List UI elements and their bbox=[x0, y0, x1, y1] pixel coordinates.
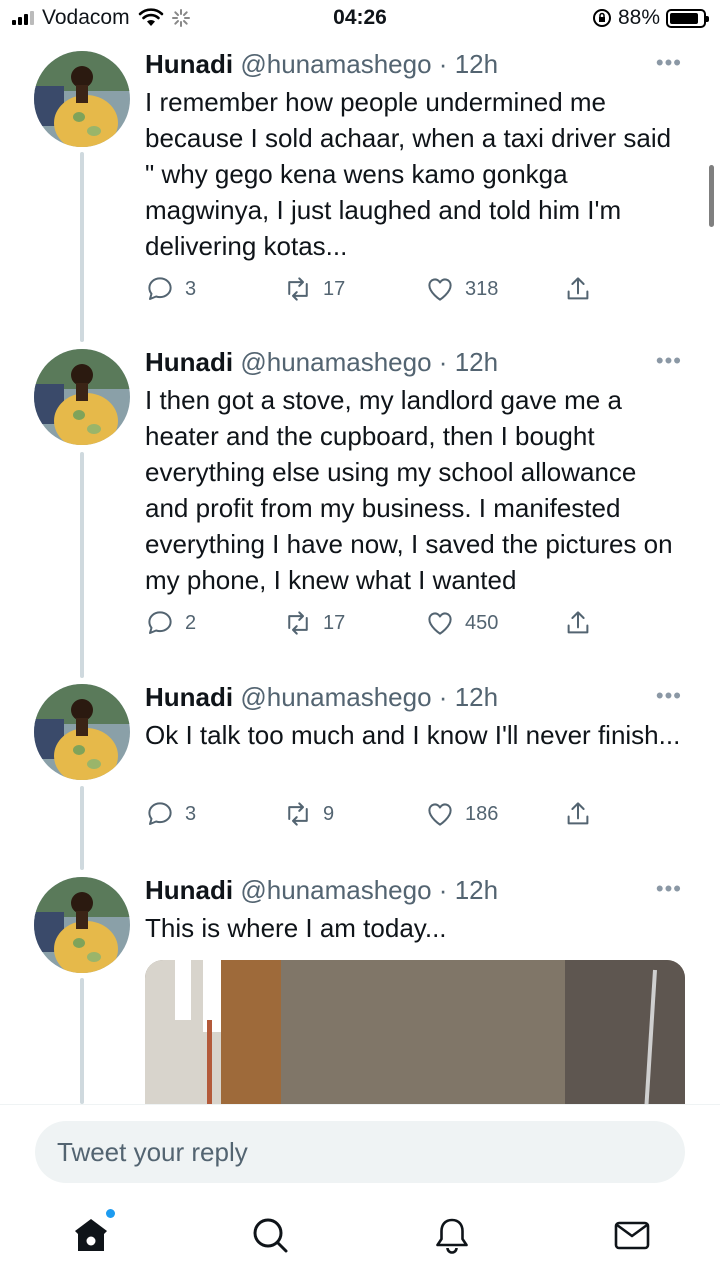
reply-count: 3 bbox=[185, 277, 197, 300]
battery-icon bbox=[666, 8, 709, 28]
battery-info: 88% bbox=[592, 6, 709, 30]
tweet-time[interactable]: 12h bbox=[455, 347, 498, 377]
thread-line bbox=[80, 786, 84, 870]
separator-dot: · bbox=[438, 682, 448, 712]
separator-dot: · bbox=[438, 875, 448, 905]
tweet-actions: 3 9 186 bbox=[145, 799, 605, 835]
share-icon bbox=[567, 611, 589, 634]
mail-icon bbox=[614, 1221, 650, 1250]
orientation-lock-icon bbox=[592, 9, 611, 27]
like-button[interactable]: 318 bbox=[425, 274, 498, 304]
tweet-text: This is where I am today... bbox=[145, 913, 447, 943]
reply-icon bbox=[148, 611, 172, 634]
scrollbar[interactable] bbox=[709, 165, 714, 227]
bottom-bar: Tweet your reply bbox=[0, 1104, 720, 1280]
tweet-time[interactable]: 12h bbox=[455, 682, 498, 712]
author-name[interactable]: Hunadi bbox=[145, 682, 233, 712]
author-handle[interactable]: @hunamashego bbox=[240, 875, 431, 905]
tab-search[interactable] bbox=[250, 1215, 290, 1255]
share-icon bbox=[567, 277, 589, 300]
reply-count: 3 bbox=[185, 802, 197, 825]
tweet-actions: 2 17 450 bbox=[145, 608, 605, 644]
like-count: 186 bbox=[465, 802, 499, 825]
thread-line bbox=[80, 152, 84, 342]
reply-icon bbox=[148, 277, 172, 300]
share-button[interactable] bbox=[563, 608, 593, 638]
retweet-button[interactable]: 9 bbox=[283, 799, 334, 829]
author-name[interactable]: Hunadi bbox=[145, 49, 233, 79]
retweet-icon bbox=[288, 611, 308, 635]
tweet-text: Ok I talk too much and I know I'll never… bbox=[145, 720, 681, 750]
thread-line bbox=[80, 978, 84, 1104]
author-handle[interactable]: @hunamashego bbox=[240, 682, 431, 712]
like-count: 450 bbox=[465, 611, 499, 634]
status-bar: Vodacom 04:26 88% bbox=[0, 0, 720, 36]
retweet-count: 17 bbox=[323, 611, 346, 634]
avatar[interactable] bbox=[34, 684, 130, 780]
avatar[interactable] bbox=[34, 349, 130, 445]
tweet-text: I then got a stove, my landlord gave me … bbox=[145, 385, 673, 595]
like-count: 318 bbox=[465, 277, 499, 300]
tab-messages[interactable] bbox=[612, 1215, 652, 1255]
avatar[interactable] bbox=[34, 877, 130, 973]
thread-line bbox=[80, 452, 84, 678]
separator-dot: · bbox=[438, 49, 448, 79]
tweet-time[interactable]: 12h bbox=[455, 875, 498, 905]
more-options-icon[interactable]: ••• bbox=[656, 876, 682, 902]
retweet-button[interactable]: 17 bbox=[283, 274, 345, 304]
share-button[interactable] bbox=[563, 799, 593, 829]
more-options-icon[interactable]: ••• bbox=[656, 683, 682, 709]
notification-dot bbox=[106, 1209, 115, 1218]
retweet-count: 9 bbox=[323, 802, 335, 825]
author-handle[interactable]: @hunamashego bbox=[240, 347, 431, 377]
author-name[interactable]: Hunadi bbox=[145, 875, 233, 905]
reply-button[interactable]: 2 bbox=[145, 608, 196, 638]
separator-dot: · bbox=[438, 347, 448, 377]
retweet-icon bbox=[288, 277, 308, 301]
tab-home[interactable] bbox=[71, 1209, 115, 1255]
share-icon bbox=[567, 802, 589, 825]
tweet-time[interactable]: 12h bbox=[455, 49, 498, 79]
battery-percent: 88% bbox=[617, 6, 660, 29]
retweet-button[interactable]: 17 bbox=[283, 608, 345, 638]
share-button[interactable] bbox=[563, 274, 593, 304]
reply-button[interactable]: 3 bbox=[145, 274, 196, 304]
heart-icon bbox=[428, 278, 452, 301]
reply-count: 2 bbox=[185, 611, 197, 634]
search-icon bbox=[253, 1218, 288, 1253]
tweet-actions: 3 17 318 bbox=[145, 274, 605, 310]
reply-input[interactable]: Tweet your reply bbox=[35, 1121, 685, 1183]
more-options-icon[interactable]: ••• bbox=[656, 50, 682, 76]
reply-icon bbox=[148, 802, 172, 825]
heart-icon bbox=[428, 803, 452, 826]
home-icon bbox=[75, 1219, 107, 1251]
like-button[interactable]: 186 bbox=[425, 799, 498, 829]
heart-icon bbox=[428, 612, 452, 635]
retweet-count: 17 bbox=[323, 277, 346, 300]
like-button[interactable]: 450 bbox=[425, 608, 498, 638]
tab-notifications[interactable] bbox=[432, 1215, 472, 1255]
bell-icon bbox=[436, 1218, 468, 1254]
retweet-icon bbox=[288, 802, 308, 826]
more-options-icon[interactable]: ••• bbox=[656, 348, 682, 374]
author-handle[interactable]: @hunamashego bbox=[240, 49, 431, 79]
avatar[interactable] bbox=[34, 51, 130, 147]
tweet-text: I remember how people undermined me beca… bbox=[145, 87, 672, 261]
author-name[interactable]: Hunadi bbox=[145, 347, 233, 377]
reply-button[interactable]: 3 bbox=[145, 799, 196, 829]
